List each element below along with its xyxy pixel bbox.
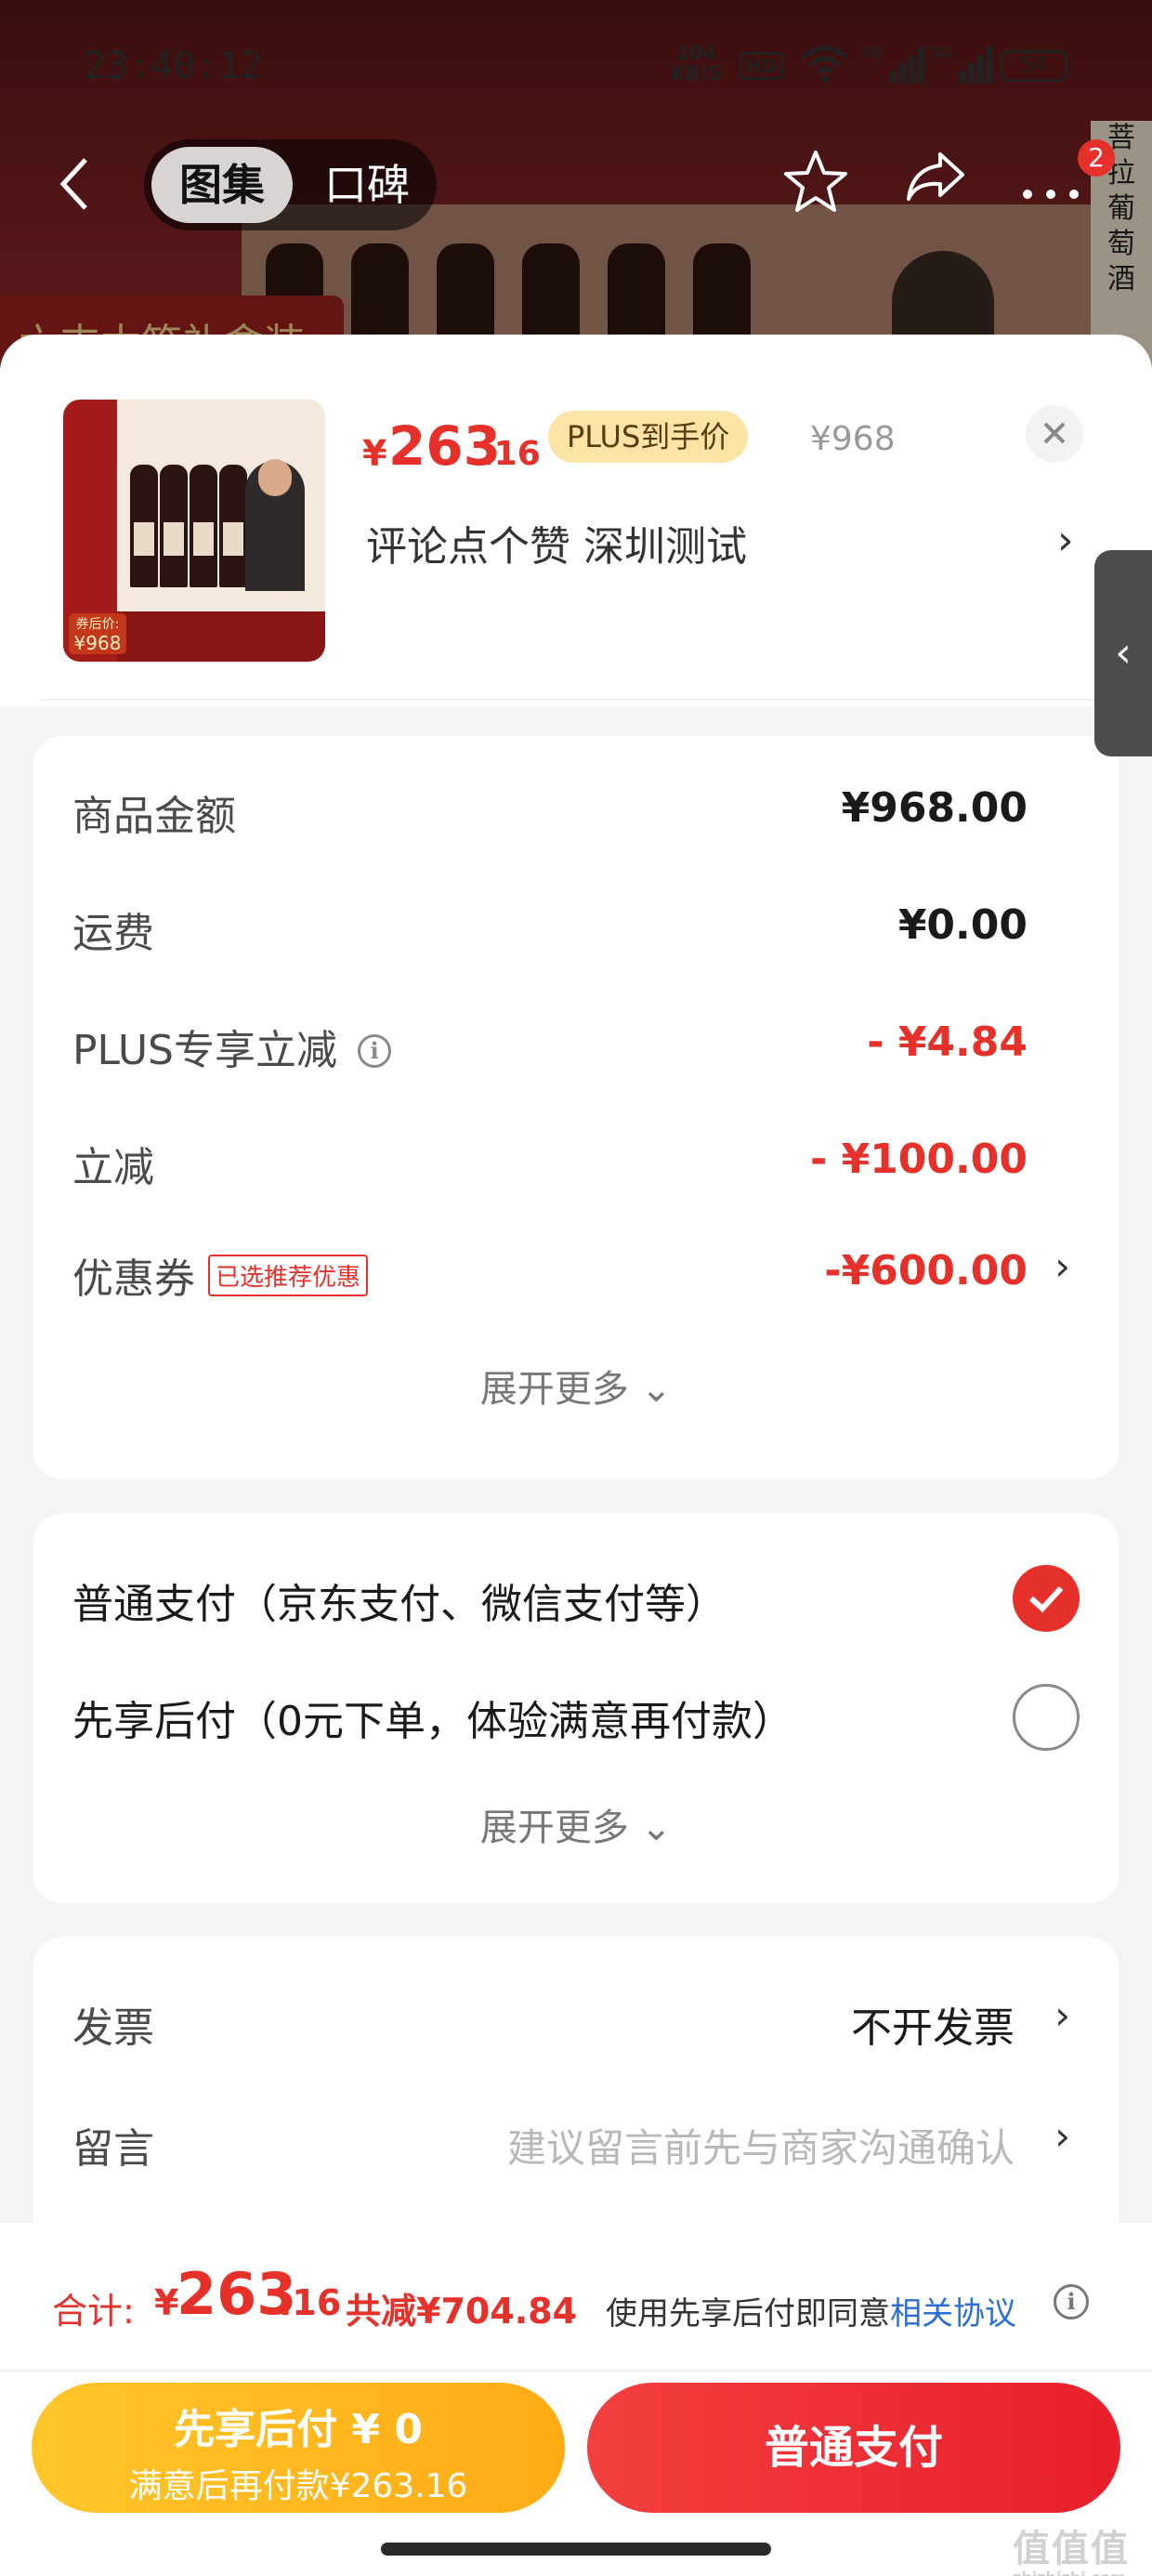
star-icon[interactable] — [782, 149, 849, 229]
tab-reviews[interactable]: 口碑 — [302, 147, 432, 223]
chevron-left-icon[interactable]: ‹ — [1094, 550, 1152, 756]
product-thumbnail[interactable]: 券后价: ¥968 — [63, 400, 325, 662]
thumb-price-label: 券后价: — [75, 617, 120, 632]
coupon-tag: 已选推荐优惠 — [208, 1255, 369, 1296]
product-summary: 券后价: ¥968 ¥ 263 .16 PLUS到手价 ¥968 评论点个赞 深… — [0, 335, 1152, 706]
hd-icon: HD — [740, 52, 784, 80]
net-speed: 104 KB/S — [671, 43, 722, 84]
wifi-icon — [799, 43, 851, 93]
chevron-right-icon[interactable]: › — [1054, 1992, 1070, 2038]
original-price: ¥968 — [810, 420, 896, 458]
coupon-row[interactable]: 优惠券 已选推荐优惠 — [72, 1245, 369, 1305]
plus-price-badge: PLUS到手价 — [548, 411, 749, 463]
expand-label: 展开更多 — [479, 1368, 629, 1411]
expand-label: 展开更多 — [479, 1807, 629, 1849]
plus-discount-value: - ¥4.84 — [867, 1019, 1028, 1066]
info-icon[interactable]: i — [358, 1034, 391, 1068]
net-speed-value: 104 — [675, 42, 717, 64]
chevron-down-icon: ⌄ — [640, 1368, 673, 1411]
price-currency: ¥ — [362, 433, 387, 474]
chevron-right-icon[interactable]: › — [1054, 2113, 1070, 2159]
pay-later-subtitle: 满意后再付款¥263.16 — [128, 2467, 468, 2505]
watermark-sub: zhizhizhi.com — [1013, 2569, 1130, 2576]
watermark-logo: 值值值zhizhizhi.com — [1013, 2518, 1130, 2576]
plus-discount-label: PLUS专享立减 i — [72, 1017, 391, 1076]
gallery-tabs: 图集 口碑 — [144, 139, 437, 230]
invoice-card: 发票 不开发票 › 留言 建议留言前先与商家沟通确认 › — [33, 1937, 1119, 2253]
invoice-label: 发票 — [72, 2004, 154, 2052]
signal-icon: 5G — [931, 43, 996, 95]
total-label: 合计: — [52, 2291, 135, 2332]
share-icon[interactable] — [903, 149, 968, 218]
instant-discount-value: - ¥100.00 — [810, 1136, 1028, 1183]
chevron-right-icon[interactable]: › — [1054, 1243, 1070, 1289]
price-decimal: .16 — [481, 435, 541, 473]
wine-bottle-image — [130, 465, 158, 587]
spokesperson-image — [245, 459, 305, 591]
thumb-price-tag: 券后价: ¥968 — [69, 613, 126, 654]
battery-icon: 54 — [1000, 50, 1068, 82]
agreement-link[interactable]: 相关协议 — [890, 2295, 1016, 2333]
thumb-price: ¥968 — [73, 632, 122, 654]
checkmark-icon[interactable] — [1013, 1565, 1080, 1632]
coupon-value: -¥600.00 — [824, 1247, 1028, 1295]
coupon-label: 优惠券 — [72, 1255, 195, 1303]
amount-card: 商品金额 ¥968.00 运费 ¥0.00 PLUS专享立减 i - ¥4.84 … — [33, 736, 1119, 1479]
wine-bottle-image — [219, 465, 247, 587]
shipping-label: 运费 — [72, 910, 154, 957]
message-badge: 2 — [1078, 139, 1115, 177]
bottom-action-bar: 合计: ¥ 263 .16 共减¥704.84 使用先享后付即同意相关协议 i … — [0, 2223, 1152, 2576]
plus-discount-text: PLUS专享立减 — [72, 1027, 337, 1074]
divider — [41, 699, 1109, 701]
payment-card: 普通支付（京东支付、微信支付等） 先享后付（0元下单，体验满意再付款） 展开更多… — [33, 1513, 1119, 1903]
message-input[interactable]: 建议留言前先与商家沟通确认 — [507, 2117, 1015, 2174]
close-icon — [1043, 422, 1066, 444]
total-saved: 共减¥704.84 — [346, 2291, 578, 2332]
pay-later-button[interactable]: 先享后付 ¥ 0 满意后再付款¥263.16 — [32, 2383, 565, 2513]
status-bar: 23:40:12 104 KB/S HD 5G 5G 54 — [0, 37, 1152, 97]
tab-gallery[interactable]: 图集 — [151, 147, 293, 223]
agreement-text: 使用先享后付即同意相关协议 — [606, 2288, 1016, 2333]
pay-now-button[interactable]: 普通支付 — [587, 2383, 1120, 2513]
pay-option-later[interactable]: 先享后付（0元下单，体验满意再付款） — [72, 1688, 793, 1747]
instant-discount-label: 立减 — [72, 1144, 154, 1191]
pay-option-normal[interactable]: 普通支付（京东支付、微信支付等） — [72, 1571, 727, 1630]
watermark-text: 值值值 — [1013, 2528, 1130, 2570]
pay-later-title: 先享后付 ¥ 0 — [174, 2406, 423, 2453]
close-button[interactable] — [1026, 405, 1083, 463]
signal-icon: 5G — [862, 43, 927, 95]
info-icon[interactable]: i — [1054, 2284, 1089, 2320]
message-label: 留言 — [72, 2125, 154, 2173]
radio-unchecked[interactable] — [1013, 1684, 1080, 1751]
back-arrow-icon[interactable] — [58, 156, 91, 226]
invoice-value[interactable]: 不开发票 — [851, 1994, 1015, 2054]
shipping-value: ¥0.00 — [897, 901, 1028, 949]
sig-label: 5G — [931, 46, 950, 61]
amount-value: ¥968.00 — [841, 784, 1028, 832]
expand-more-button[interactable]: 展开更多 ⌄ — [33, 1797, 1119, 1851]
status-time: 23:40:12 — [84, 45, 263, 87]
more-icon[interactable] — [1018, 156, 1083, 217]
amount-label: 商品金额 — [72, 793, 236, 840]
wine-bottle-image — [160, 465, 188, 587]
spec-selector[interactable]: 评论点个赞 深圳测试 — [366, 513, 747, 572]
total-decimal: .16 — [279, 2282, 342, 2323]
home-indicator[interactable] — [381, 2543, 771, 2556]
expand-more-button[interactable]: 展开更多 ⌄ — [33, 1359, 1119, 1413]
wine-bottle-image — [190, 465, 217, 587]
net-speed-unit: KB/S — [671, 62, 723, 85]
total-currency: ¥ — [154, 2282, 179, 2323]
chevron-right-icon[interactable]: › — [1057, 517, 1074, 564]
divider — [0, 2370, 1152, 2372]
agreement-prefix: 使用先享后付即同意 — [606, 2295, 890, 2333]
chevron-down-icon: ⌄ — [640, 1807, 673, 1849]
sig-label: 5G — [862, 46, 882, 61]
